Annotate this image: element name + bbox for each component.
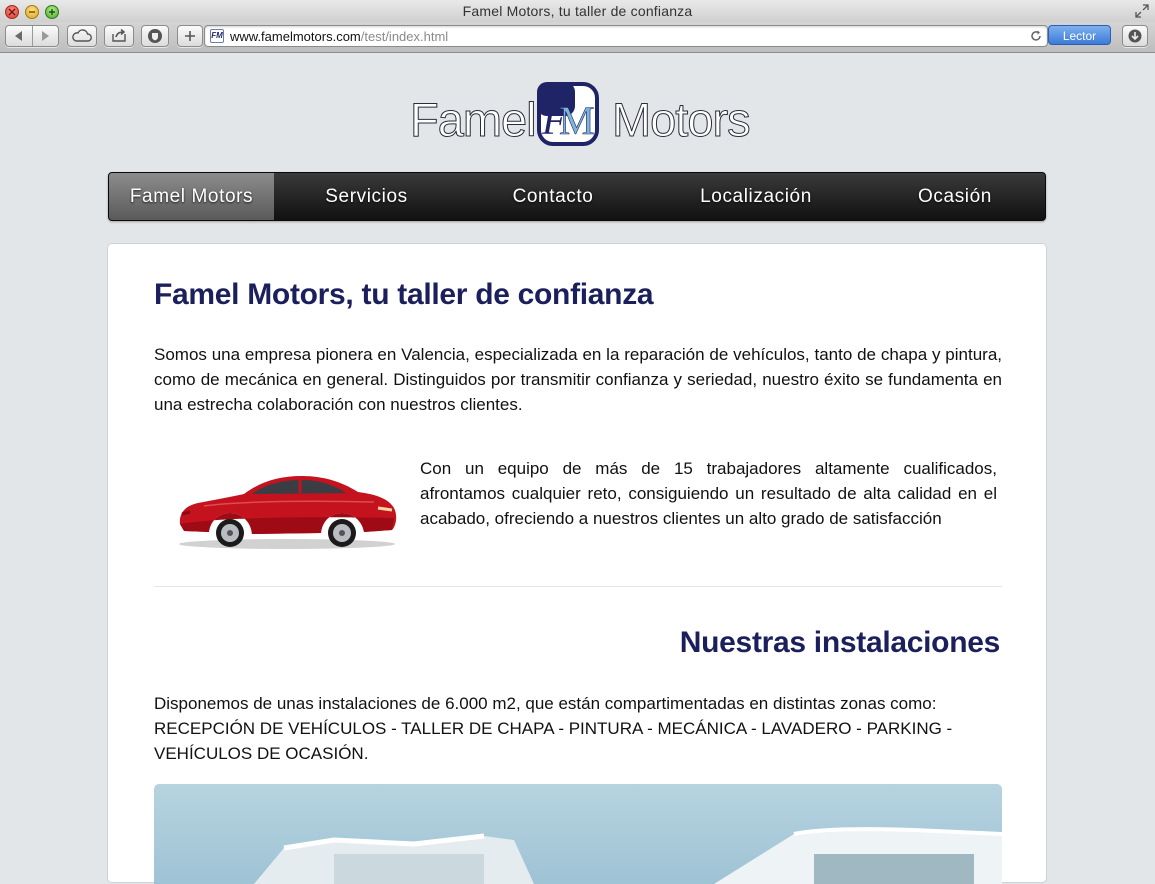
svg-text:M: M	[559, 98, 595, 143]
nav-item-servicios[interactable]: Servicios	[274, 173, 459, 220]
privacy-button[interactable]	[141, 25, 169, 47]
section-divider	[154, 586, 1002, 587]
content-panel: Famel Motors, tu taller de confianza Som…	[107, 243, 1047, 884]
nav-item-contacto[interactable]: Contacto	[459, 173, 647, 220]
downloads-button[interactable]	[1122, 25, 1148, 47]
logo-monogram-icon: F M	[537, 82, 599, 146]
logo-word-motors: Motors	[612, 93, 752, 147]
window-title: Famel Motors, tu taller de confianza	[462, 3, 693, 19]
cloud-icon	[72, 29, 92, 42]
facilities-zones: RECEPCIÓN DE VEHÍCULOS - TALLER DE CHAPA…	[154, 719, 953, 763]
red-car-image	[179, 476, 397, 549]
intro-paragraph: Somos una empresa pionera en Valencia, e…	[154, 345, 1002, 414]
forward-icon[interactable]	[33, 26, 58, 46]
site-logo[interactable]: Famel F M Motors	[408, 82, 752, 150]
main-navigation: Famel Motors Servicios Contacto Localiza…	[108, 172, 1046, 221]
url-domain: www.famelmotors.com	[230, 29, 361, 44]
url-text[interactable]: www.famelmotors.com/test/index.html	[230, 29, 448, 44]
logo-word-famel: Famel	[410, 93, 538, 147]
team-paragraph: Con un equipo de más de 15 trabajadores …	[420, 459, 997, 528]
window-titlebar: Famel Motors, tu taller de confianza	[0, 0, 1155, 23]
favicon-icon: FM	[210, 29, 224, 43]
download-icon	[1128, 29, 1142, 43]
facilities-text-1: Disponemos de unas instalaciones de 6.00…	[154, 694, 937, 713]
nav-item-famel-motors[interactable]: Famel Motors	[109, 173, 274, 220]
share-button[interactable]	[104, 25, 134, 47]
facilities-photo	[154, 784, 1002, 884]
url-path: /test/index.html	[360, 29, 449, 44]
reload-icon[interactable]	[1029, 29, 1043, 43]
page-title: Famel Motors, tu taller de confianza	[154, 278, 654, 311]
browser-toolbar: FM www.famelmotors.com/test/index.html L…	[0, 22, 1155, 53]
icloud-tabs-button[interactable]	[67, 25, 97, 47]
facilities-title: Nuestras instalaciones	[679, 626, 1001, 659]
back-forward-buttons	[5, 25, 59, 47]
reader-button[interactable]: Lector	[1048, 25, 1111, 45]
fullscreen-icon[interactable]	[1135, 4, 1149, 18]
plus-icon	[185, 31, 195, 41]
nav-item-ocasion[interactable]: Ocasión	[865, 173, 1045, 220]
nav-item-localizacion[interactable]: Localización	[647, 173, 865, 220]
facilities-paragraph: Disponemos de unas instalaciones de 6.00…	[154, 691, 1002, 766]
facilities-building-image	[254, 827, 1002, 884]
address-bar[interactable]: FM www.famelmotors.com/test/index.html	[204, 25, 1048, 47]
shield-icon	[148, 29, 162, 43]
new-tab-button[interactable]	[177, 25, 203, 47]
back-icon[interactable]	[6, 26, 32, 46]
share-icon	[112, 28, 126, 42]
